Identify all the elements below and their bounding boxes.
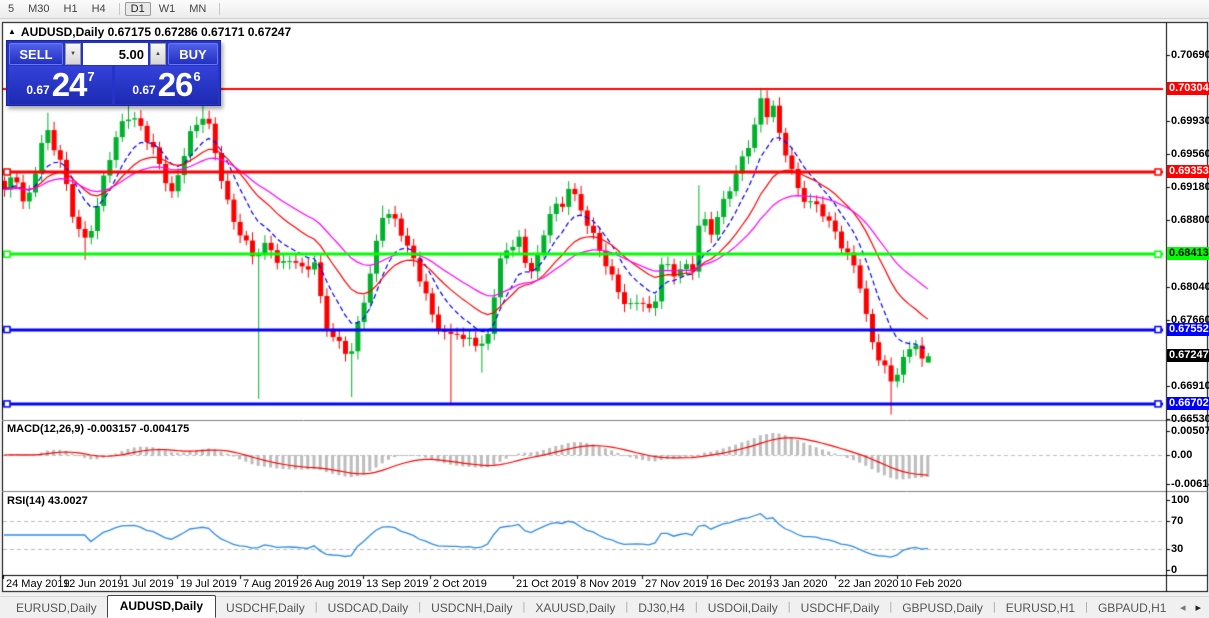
date-axis-label: 12 Jun 2019 xyxy=(63,578,124,590)
buy-price-display[interactable]: 0.67 26 6 xyxy=(115,66,218,104)
price-line-badge: 0.69353 xyxy=(1167,165,1209,178)
price-axis-tick-label: 0.66530 xyxy=(1171,413,1209,425)
chart-tab-usdchf[interactable]: USDCHF,Daily xyxy=(216,598,315,618)
chart-ohlc-values: 0.67175 0.67286 0.67171 0.67247 xyxy=(108,25,292,39)
sell-button[interactable]: SELL xyxy=(9,43,63,65)
price-axis-tick-label: 0.69930 xyxy=(1171,115,1209,127)
chart-tab-eurusd[interactable]: EURUSD,Daily xyxy=(6,598,107,618)
date-axis-label: 22 Jan 2020 xyxy=(838,578,899,590)
sell-price-pip: 7 xyxy=(87,69,94,84)
chart-tab-eurusd[interactable]: EURUSD,H1 xyxy=(996,598,1085,618)
macd-axis-label: 0.00 xyxy=(1171,449,1192,461)
macd-axis-label: -0.006148 xyxy=(1171,478,1209,490)
current-price-badge: 0.67247 xyxy=(1167,349,1209,362)
tab-scroll-left-icon[interactable]: ◂ xyxy=(1180,601,1186,614)
volume-decrease-button[interactable]: ▼ xyxy=(65,43,81,65)
chart-tab-usdcad[interactable]: USDCAD,Daily xyxy=(318,598,419,618)
buy-price-prefix: 0.67 xyxy=(132,83,155,97)
price-axis-tick-label: 0.68800 xyxy=(1171,214,1209,226)
rsi-axis-label: 0 xyxy=(1171,564,1177,576)
date-axis-label: 24 May 2019 xyxy=(6,578,70,590)
tab-scroll-right-icon[interactable]: ▸ xyxy=(1195,601,1201,614)
chart-tab-bar: EURUSD,DailyAUDUSD,DailyUSDCHF,Daily|USD… xyxy=(0,596,1209,618)
chart-title: ▲ AUDUSD,Daily 0.67175 0.67286 0.67171 0.… xyxy=(8,25,291,39)
price-axis-tick-label: 0.69180 xyxy=(1171,181,1209,193)
rsi-axis-label: 70 xyxy=(1171,515,1183,527)
sell-price-prefix: 0.67 xyxy=(26,83,49,97)
tab-scroll-controls: ◂▸ xyxy=(1180,601,1209,614)
collapse-icon[interactable]: ▲ xyxy=(8,27,16,36)
price-line-badge: 0.66702 xyxy=(1167,397,1209,410)
date-axis-label: 1 Jul 2019 xyxy=(123,578,174,590)
chart-tab-gbpaud[interactable]: GBPAUD,H1 xyxy=(1088,598,1176,618)
date-axis-label: 8 Nov 2019 xyxy=(580,578,636,590)
rsi-axis-label: 100 xyxy=(1171,494,1189,506)
timeframe-button-m30[interactable]: M30 xyxy=(22,2,55,16)
sell-price-main: 24 xyxy=(52,68,87,102)
chart-tab-usdcnh[interactable]: USDCNH,Daily xyxy=(421,598,522,618)
date-axis-label: 16 Dec 2019 xyxy=(710,578,772,590)
macd-axis-label: 0.005076 xyxy=(1171,425,1209,437)
sell-price-display[interactable]: 0.67 24 7 xyxy=(9,66,112,104)
price-axis-tick-label: 0.66910 xyxy=(1171,380,1209,392)
mt4-window: 5M30H1H4 D1W1MN ▲ AUDUSD,Daily 0.67175 0.6… xyxy=(0,0,1209,618)
price-line-badge: 0.70304 xyxy=(1167,82,1209,95)
rsi-axis-label: 30 xyxy=(1171,543,1183,555)
price-axis-tick-label: 0.69560 xyxy=(1171,148,1209,160)
chart-tab-xauusd[interactable]: XAUUSD,Daily xyxy=(525,598,625,618)
one-click-trading-panel: SELL ▼ ▲ BUY 0.67 24 7 0.67 26 6 xyxy=(6,40,221,106)
date-axis-label: 2 Oct 2019 xyxy=(433,578,487,590)
price-axis-tick-label: 0.70690 xyxy=(1171,49,1209,61)
volume-input[interactable] xyxy=(83,43,148,65)
date-axis-label: 13 Sep 2019 xyxy=(366,578,428,590)
timeframe-button-d1[interactable]: D1 xyxy=(125,2,151,16)
macd-indicator-label: MACD(12,26,9) -0.003157 -0.004175 xyxy=(7,423,189,435)
volume-increase-button[interactable]: ▲ xyxy=(150,43,166,65)
date-axis-label: 19 Jul 2019 xyxy=(180,578,237,590)
price-axis-tick-label: 0.68040 xyxy=(1171,281,1209,293)
date-axis-label: 27 Nov 2019 xyxy=(645,578,707,590)
date-axis-label: 7 Aug 2019 xyxy=(243,578,299,590)
timeframe-button-w1[interactable]: W1 xyxy=(153,2,182,16)
timeframe-button-mn[interactable]: MN xyxy=(183,2,212,16)
buy-button[interactable]: BUY xyxy=(168,43,218,65)
date-axis-label: 21 Oct 2019 xyxy=(516,578,576,590)
timeframe-button-h1[interactable]: H1 xyxy=(58,2,84,16)
buy-price-main: 26 xyxy=(158,68,193,102)
rsi-indicator-label: RSI(14) 43.0027 xyxy=(7,495,88,507)
toolbar-separator xyxy=(119,3,120,15)
timeframe-button-5[interactable]: 5 xyxy=(2,2,20,16)
buy-price-pip: 6 xyxy=(193,69,200,84)
chart-symbol-label: AUDUSD,Daily xyxy=(21,25,104,39)
chart-tab-usdoil[interactable]: USDOil,Daily xyxy=(698,598,788,618)
chart-tab-usdchf[interactable]: USDCHF,Daily xyxy=(791,598,890,618)
price-line-badge: 0.68413 xyxy=(1167,247,1209,260)
timeframe-button-h4[interactable]: H4 xyxy=(86,2,112,16)
date-axis-label: 26 Aug 2019 xyxy=(300,578,362,590)
chart-tab-audusd[interactable]: AUDUSD,Daily xyxy=(107,595,216,618)
date-axis-label: 10 Feb 2020 xyxy=(900,578,962,590)
toolbar-separator xyxy=(219,3,220,15)
timeframe-toolbar: 5M30H1H4 D1W1MN xyxy=(0,0,1209,19)
date-axis-label: 3 Jan 2020 xyxy=(773,578,827,590)
price-line-badge: 0.67552 xyxy=(1167,323,1209,336)
chart-tab-gbpusd[interactable]: GBPUSD,Daily xyxy=(892,598,993,618)
chart-tab-dj30[interactable]: DJ30,H4 xyxy=(628,598,695,618)
